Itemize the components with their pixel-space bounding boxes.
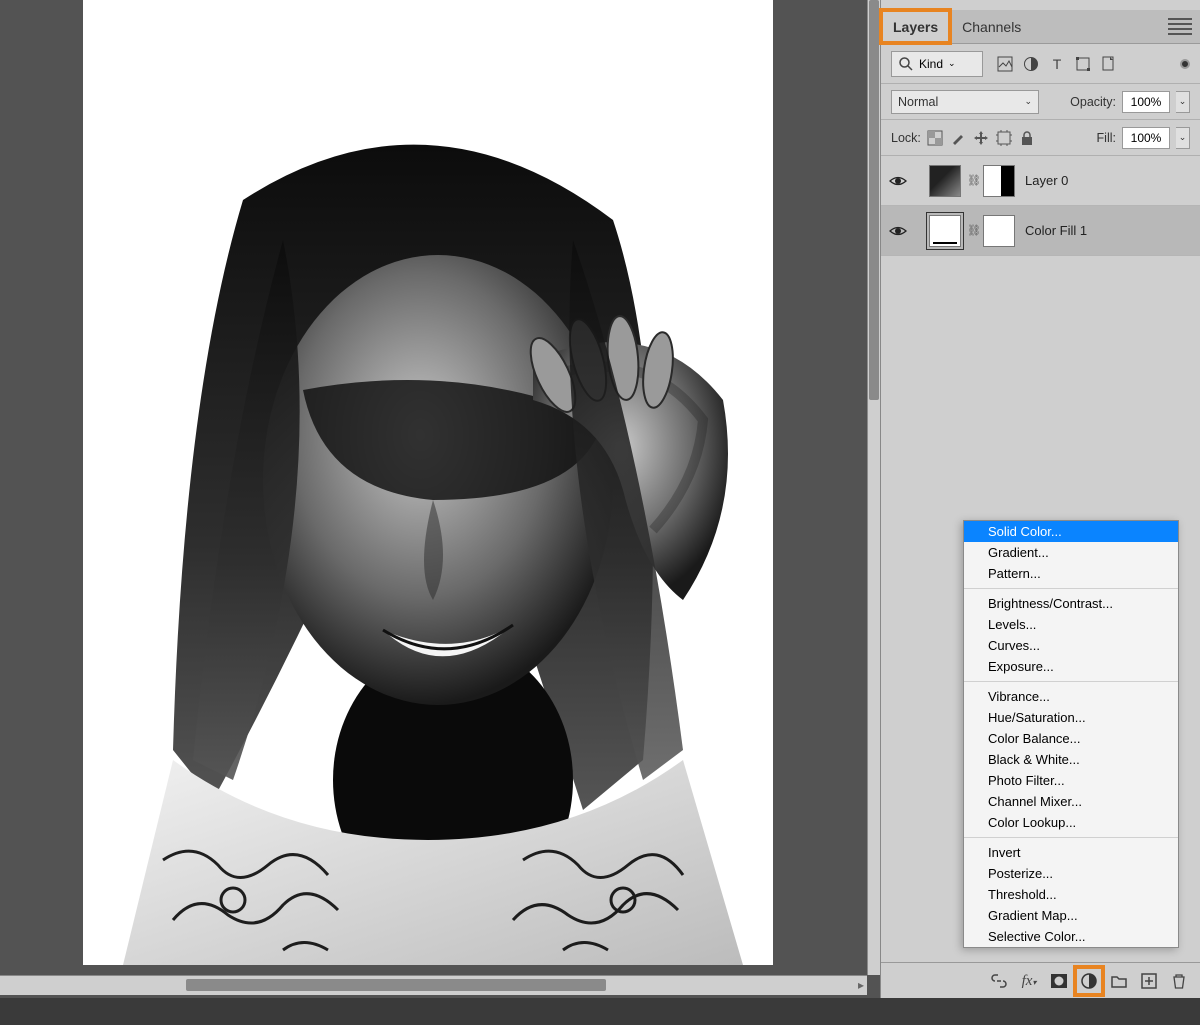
filter-kind-select[interactable]: Kind ⌄: [891, 51, 983, 77]
add-mask-icon[interactable]: [1050, 972, 1068, 990]
filter-kind-label: Kind: [919, 57, 943, 71]
layer-name-label[interactable]: Layer 0: [1025, 173, 1068, 188]
lock-all-icon[interactable]: [1019, 130, 1035, 146]
tab-layers[interactable]: Layers: [881, 10, 950, 43]
layers-list: ⛓ Layer 0 ⛓ Color Fill 1: [881, 156, 1200, 256]
blend-row: Normal ⌄ Opacity: ⌄: [881, 84, 1200, 120]
fill-input[interactable]: [1122, 127, 1170, 149]
new-group-icon[interactable]: [1110, 972, 1128, 990]
photo-content: [83, 140, 773, 965]
menu-item[interactable]: Color Balance...: [964, 728, 1178, 749]
panel-tabs: Layers Channels: [881, 10, 1200, 44]
horizontal-scrollbar[interactable]: ▸: [0, 975, 867, 995]
scrollbar-handle-icon[interactable]: ▸: [858, 978, 864, 992]
menu-item[interactable]: Levels...: [964, 614, 1178, 635]
search-icon: [898, 56, 914, 72]
tab-channels[interactable]: Channels: [950, 10, 1033, 43]
filter-pixel-icon[interactable]: [997, 56, 1013, 72]
menu-item[interactable]: Color Lookup...: [964, 812, 1178, 833]
menu-item[interactable]: Threshold...: [964, 884, 1178, 905]
horizontal-scrollbar-thumb[interactable]: [186, 979, 606, 991]
canvas-area: [0, 0, 867, 975]
filter-type-icon[interactable]: T: [1049, 56, 1065, 72]
menu-item[interactable]: Solid Color...: [964, 521, 1178, 542]
delete-layer-icon[interactable]: [1170, 972, 1188, 990]
fill-stepper[interactable]: ⌄: [1176, 127, 1190, 149]
menu-item[interactable]: Invert: [964, 842, 1178, 863]
layer-mask-thumbnail[interactable]: [983, 215, 1015, 247]
opacity-input[interactable]: [1122, 91, 1170, 113]
layer-row[interactable]: ⛓ Layer 0: [881, 156, 1200, 206]
layer-name-label[interactable]: Color Fill 1: [1025, 223, 1087, 238]
panel-top-icons: [881, 0, 1200, 10]
opacity-label: Opacity:: [1070, 95, 1116, 109]
menu-item[interactable]: Gradient Map...: [964, 905, 1178, 926]
new-layer-icon[interactable]: [1140, 972, 1158, 990]
lock-label: Lock:: [891, 131, 921, 145]
mask-link-icon[interactable]: ⛓: [967, 224, 977, 237]
document-canvas[interactable]: [83, 0, 773, 965]
visibility-icon[interactable]: [889, 172, 907, 190]
app-bottom-strip: [0, 998, 1200, 1025]
opacity-stepper[interactable]: ⌄: [1176, 91, 1190, 113]
menu-item[interactable]: Brightness/Contrast...: [964, 593, 1178, 614]
lock-move-icon[interactable]: [973, 130, 989, 146]
menu-item[interactable]: Pattern...: [964, 563, 1178, 584]
menu-item[interactable]: Hue/Saturation...: [964, 707, 1178, 728]
layer-filter-row: Kind ⌄ T: [881, 44, 1200, 84]
menu-item[interactable]: Photo Filter...: [964, 770, 1178, 791]
menu-item[interactable]: Curves...: [964, 635, 1178, 656]
lock-transparent-icon[interactable]: [927, 130, 943, 146]
menu-item[interactable]: Selective Color...: [964, 926, 1178, 947]
lock-paint-icon[interactable]: [950, 130, 966, 146]
layer-style-icon[interactable]: fx▾: [1020, 972, 1038, 990]
filter-shape-icon[interactable]: [1075, 56, 1091, 72]
menu-item[interactable]: Posterize...: [964, 863, 1178, 884]
adjustment-layer-menu: Solid Color...Gradient...Pattern... Brigh…: [963, 520, 1179, 948]
menu-item[interactable]: Black & White...: [964, 749, 1178, 770]
panel-menu-icon[interactable]: [1168, 18, 1192, 36]
layer-thumbnail[interactable]: [929, 215, 961, 247]
layers-bottom-bar: fx▾: [881, 962, 1200, 998]
visibility-icon[interactable]: [889, 222, 907, 240]
mask-link-icon[interactable]: ⛓: [967, 174, 977, 187]
menu-item[interactable]: Gradient...: [964, 542, 1178, 563]
menu-item[interactable]: Vibrance...: [964, 686, 1178, 707]
filter-toggle[interactable]: [1180, 59, 1190, 69]
menu-item[interactable]: Channel Mixer...: [964, 791, 1178, 812]
link-layers-icon[interactable]: [990, 972, 1008, 990]
vertical-scrollbar[interactable]: [867, 0, 880, 975]
svg-text:T: T: [1053, 56, 1062, 72]
lock-artboard-icon[interactable]: [996, 130, 1012, 146]
filter-adjustment-icon[interactable]: [1023, 56, 1039, 72]
vertical-scrollbar-thumb[interactable]: [869, 0, 879, 400]
fill-label: Fill:: [1097, 131, 1116, 145]
blend-mode-select[interactable]: Normal ⌄: [891, 90, 1039, 114]
blend-mode-value: Normal: [898, 95, 938, 109]
lock-row: Lock: Fill: ⌄: [881, 120, 1200, 156]
layer-row[interactable]: ⛓ Color Fill 1: [881, 206, 1200, 256]
adjustment-layer-icon[interactable]: [1080, 972, 1098, 990]
layer-thumbnail[interactable]: [929, 165, 961, 197]
filter-smartobject-icon[interactable]: [1101, 56, 1117, 72]
menu-item[interactable]: Exposure...: [964, 656, 1178, 677]
layer-mask-thumbnail[interactable]: [983, 165, 1015, 197]
